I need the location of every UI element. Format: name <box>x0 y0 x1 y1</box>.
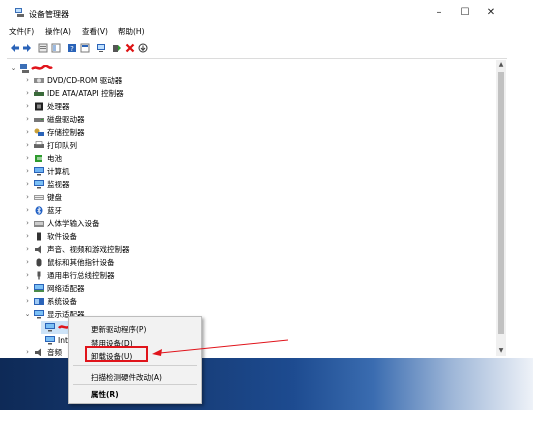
annotation-arrow-icon <box>152 339 289 356</box>
chevron-right-icon[interactable]: › <box>24 282 31 295</box>
title-bar: 设备管理器 – ☐ ✕ <box>7 0 507 24</box>
download-icon[interactable] <box>138 43 148 53</box>
chevron-right-icon[interactable]: › <box>24 87 31 100</box>
chevron-right-icon[interactable]: › <box>24 100 31 113</box>
scroll-up-icon[interactable]: ▲ <box>496 60 506 70</box>
show-hide-icon[interactable] <box>51 43 61 53</box>
properties-icon[interactable] <box>38 43 48 53</box>
network-adapter-icon <box>34 284 44 292</box>
chevron-right-icon[interactable]: › <box>24 152 31 165</box>
menu-help[interactable]: 帮助(H) <box>118 26 145 37</box>
chevron-right-icon[interactable]: › <box>24 204 31 217</box>
ide-controller-icon <box>34 90 44 96</box>
chevron-right-icon[interactable]: › <box>24 191 31 204</box>
menu-view[interactable]: 查看(V) <box>82 26 108 37</box>
display-adapter-icon <box>45 323 55 332</box>
tree-item-label: 处理器 <box>47 102 70 111</box>
storage-controller-icon <box>34 128 44 136</box>
processor-icon <box>35 102 43 111</box>
tree-item-label: 键盘 <box>47 193 62 202</box>
chevron-right-icon[interactable]: › <box>24 230 31 243</box>
tree-item-label: 存储控制器 <box>47 128 85 137</box>
scroll-down-icon[interactable]: ▼ <box>496 346 506 356</box>
audio-icon <box>35 348 41 356</box>
properties-menu-item[interactable]: 属性(R) <box>91 389 119 400</box>
tree-item-label: 通用串行总线控制器 <box>47 271 115 280</box>
chevron-right-icon[interactable]: › <box>24 126 31 139</box>
update-driver-icon[interactable] <box>112 43 122 53</box>
redacted-scribble <box>31 65 53 70</box>
monitor-icon <box>34 180 44 189</box>
mouse-icon <box>36 258 42 267</box>
tree-item-label: 打印队列 <box>47 141 77 150</box>
tree-item-label: DVD/CD-ROM 驱动器 <box>47 76 123 85</box>
menu-separator <box>73 365 197 366</box>
scroll-thumb[interactable] <box>498 72 504 334</box>
chevron-right-icon[interactable]: › <box>24 74 31 87</box>
chevron-right-icon[interactable]: › <box>24 269 31 282</box>
hid-icon <box>34 221 44 227</box>
chevron-right-icon[interactable]: › <box>24 165 31 178</box>
battery-icon <box>35 155 42 162</box>
uninstall-x-icon[interactable] <box>125 43 135 53</box>
vertical-scrollbar[interactable]: ▲ ▼ <box>496 60 506 356</box>
chevron-right-icon[interactable]: › <box>24 113 31 126</box>
update-driver-menu-item[interactable]: 更新驱动程序(P) <box>91 324 146 335</box>
tree-item-label: 声音、视频和游戏控制器 <box>47 245 130 254</box>
chevron-right-icon[interactable]: › <box>24 139 31 152</box>
view-icon[interactable] <box>80 43 90 53</box>
menu-separator <box>73 384 197 385</box>
help-icon[interactable]: ? <box>67 43 77 53</box>
display-adapter-icon <box>45 336 55 345</box>
usb-icon <box>37 271 41 280</box>
chevron-right-icon[interactable]: › <box>24 295 31 308</box>
forward-arrow-icon[interactable] <box>22 43 32 53</box>
tree-item-label: 鼠标和其他指针设备 <box>47 258 115 267</box>
tree-item-label: IDE ATA/ATAPI 控制器 <box>47 89 124 98</box>
toolbar-divider <box>7 58 507 59</box>
system-device-icon <box>34 298 44 305</box>
device-manager-icon <box>15 8 24 17</box>
bluetooth-icon <box>35 206 43 215</box>
close-button[interactable]: ✕ <box>482 6 500 20</box>
back-arrow-icon[interactable] <box>10 43 20 53</box>
tree-item-label: 蓝牙 <box>47 206 62 215</box>
disk-drive-icon <box>34 118 44 122</box>
tree-item-label: 音频 <box>47 348 62 356</box>
minimize-button[interactable]: – <box>430 6 448 20</box>
display-adapter-icon <box>34 310 44 319</box>
chevron-right-icon[interactable]: › <box>24 256 31 269</box>
computer-icon <box>20 64 29 73</box>
tree-item-label: 人体学输入设备 <box>47 219 100 228</box>
printer-icon <box>34 141 44 148</box>
device-tree: ⌄ · › DVD/CD-ROM 驱动器 › IDE ATA/ATAPI 控制器… <box>7 60 495 356</box>
software-device-icon <box>37 232 41 241</box>
scan-hardware-menu-item[interactable]: 扫描检测硬件改动(A) <box>91 372 162 383</box>
tree-item-label: 监视器 <box>47 180 70 189</box>
keyboard-icon <box>34 195 44 200</box>
tree-item-label: 电池 <box>47 154 62 163</box>
chevron-right-icon[interactable]: › <box>24 243 31 256</box>
tree-item-label: 系统设备 <box>47 297 77 306</box>
menu-file[interactable]: 文件(F) <box>9 26 34 37</box>
chevron-right-icon[interactable]: › <box>24 217 31 230</box>
chevron-right-icon[interactable]: › <box>24 178 31 191</box>
maximize-button[interactable]: ☐ <box>456 6 474 20</box>
tree-item-label: 计算机 <box>47 167 70 176</box>
speaker-icon <box>35 245 41 254</box>
window-title: 设备管理器 <box>29 10 69 19</box>
dvd-drive-icon <box>34 78 44 83</box>
chevron-right-icon[interactable]: › <box>24 346 31 356</box>
tree-item-label: 网络适配器 <box>47 284 85 293</box>
computer-icon <box>34 167 44 176</box>
chevron-down-icon[interactable]: ⌄ <box>10 62 17 75</box>
monitor-icon[interactable] <box>96 43 106 53</box>
svg-text:?: ? <box>70 45 74 53</box>
uninstall-highlight-box <box>85 346 148 362</box>
toolbar: ? <box>7 41 507 57</box>
tree-item-label: 软件设备 <box>47 232 77 241</box>
tree-item-label: 磁盘驱动器 <box>47 115 85 124</box>
chevron-down-icon[interactable]: ⌄ <box>24 308 31 321</box>
menu-action[interactable]: 操作(A) <box>45 26 71 37</box>
